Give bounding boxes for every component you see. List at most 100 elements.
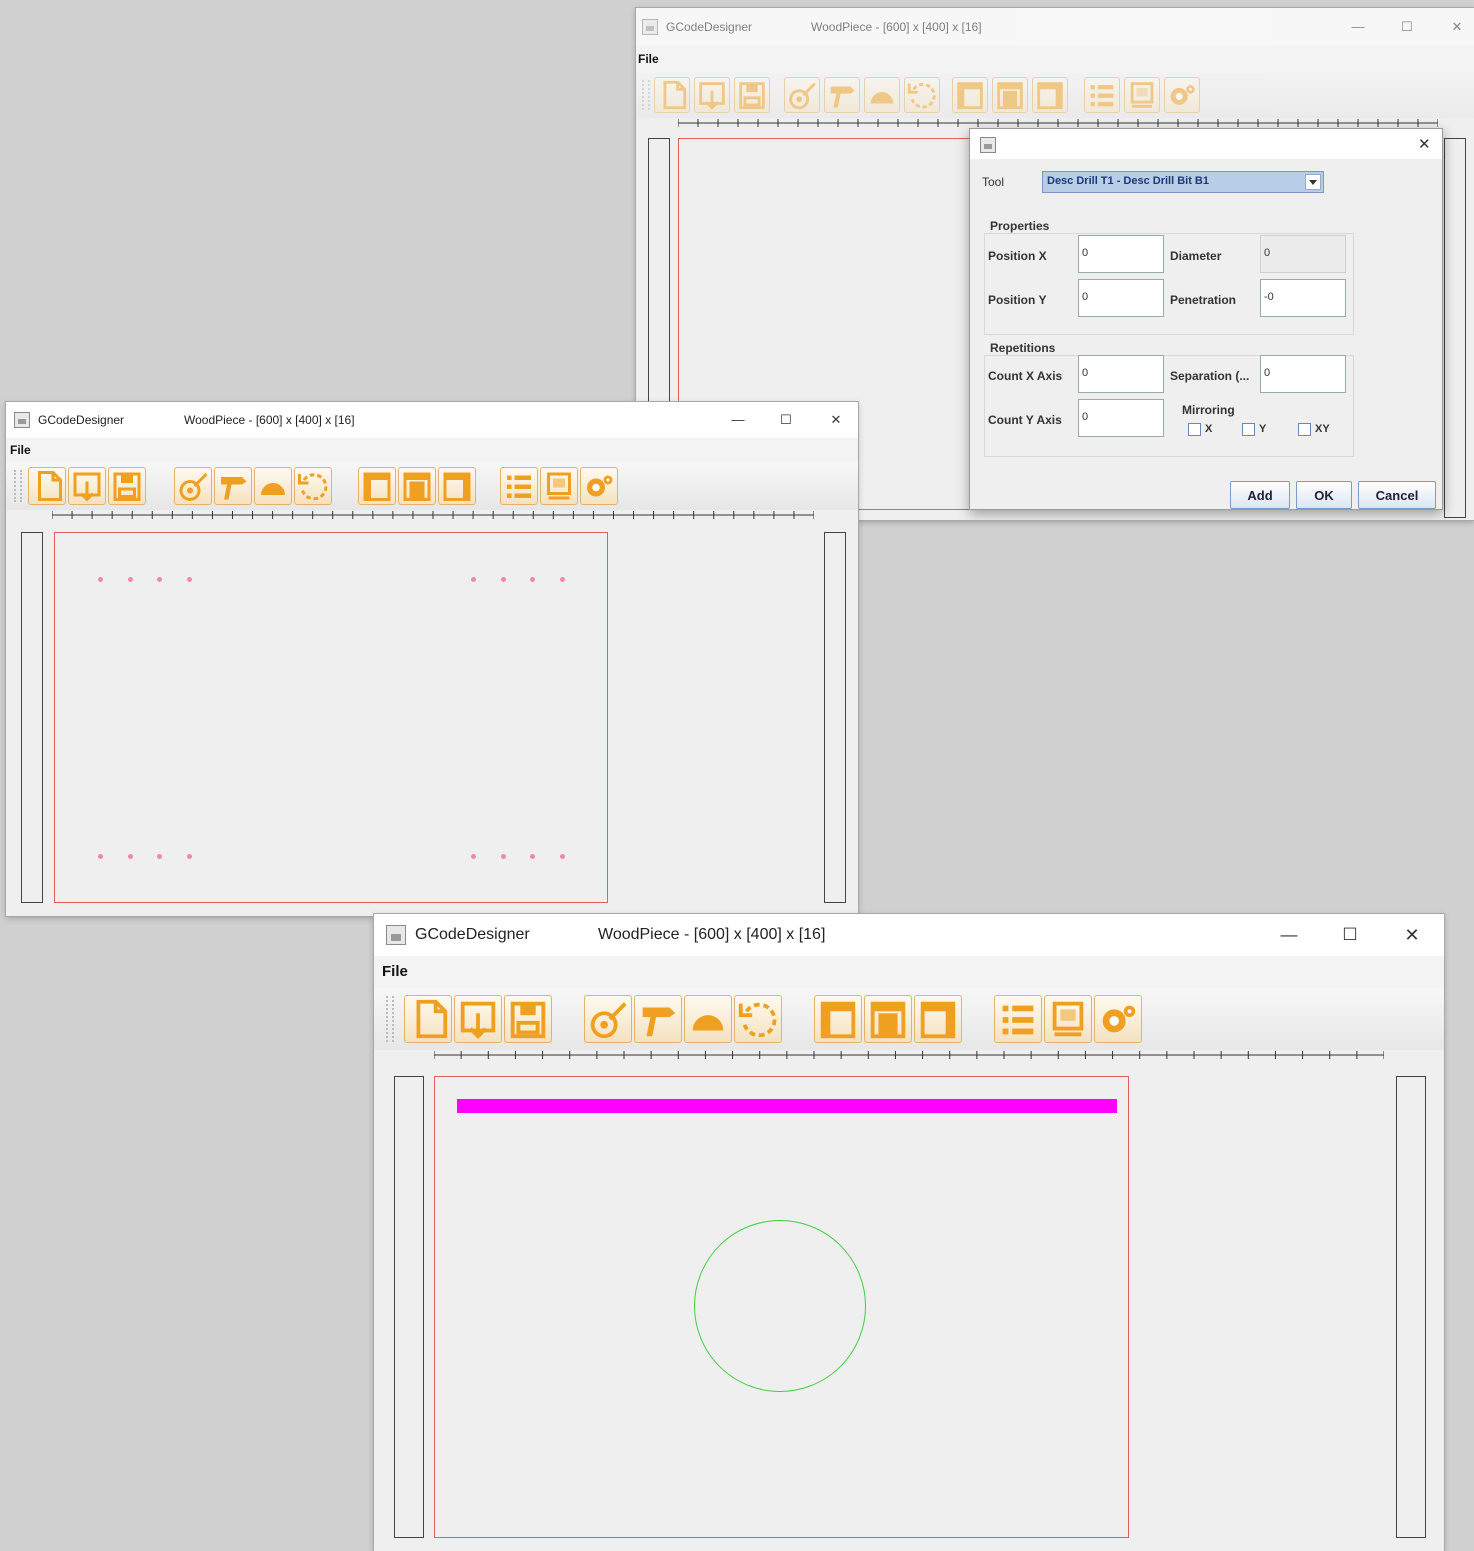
drill-icon[interactable] bbox=[174, 467, 212, 505]
close-icon[interactable]: ✕ bbox=[1447, 8, 1467, 46]
right-panel bbox=[1444, 138, 1466, 518]
toolbar-grip[interactable] bbox=[14, 470, 22, 502]
panel-back-icon[interactable] bbox=[914, 995, 962, 1043]
toolbar bbox=[636, 72, 1474, 118]
mirror-y-checkbox[interactable] bbox=[1242, 423, 1255, 436]
maximize-icon[interactable]: ☐ bbox=[1338, 914, 1362, 956]
window-groove: GCodeDesigner WoodPiece - [600] x [400] … bbox=[374, 914, 1444, 1551]
count-y-input[interactable]: 0 bbox=[1078, 399, 1164, 437]
drill-hole bbox=[128, 577, 133, 582]
drill-gun-icon[interactable] bbox=[634, 995, 682, 1043]
menu-file[interactable]: File bbox=[382, 963, 408, 980]
penetration-input[interactable]: -0 bbox=[1260, 279, 1346, 317]
position-x-input[interactable]: 0 bbox=[1078, 235, 1164, 273]
drill-hole bbox=[501, 577, 506, 582]
add-button[interactable]: Add bbox=[1230, 481, 1290, 509]
left-panel bbox=[394, 1076, 424, 1538]
panel-full-icon[interactable] bbox=[992, 77, 1028, 113]
settings-gear-icon[interactable] bbox=[580, 467, 618, 505]
dialog-close-icon[interactable]: ✕ bbox=[1418, 135, 1431, 153]
maximize-icon[interactable]: ☐ bbox=[776, 402, 796, 438]
drill-icon[interactable] bbox=[784, 77, 820, 113]
menu-bar: File bbox=[6, 438, 858, 462]
maximize-icon[interactable]: ☐ bbox=[1397, 8, 1417, 46]
chevron-down-icon[interactable] bbox=[1305, 174, 1321, 190]
panel-front-icon[interactable] bbox=[952, 77, 988, 113]
minimize-icon[interactable]: — bbox=[1277, 914, 1301, 956]
panel-front-icon[interactable] bbox=[358, 467, 396, 505]
settings-gear-icon[interactable] bbox=[1094, 995, 1142, 1043]
drill-icon[interactable] bbox=[584, 995, 632, 1043]
workpiece-board bbox=[54, 532, 608, 903]
workpiece-board bbox=[434, 1076, 1129, 1538]
panel-front-icon[interactable] bbox=[814, 995, 862, 1043]
open-file-icon[interactable] bbox=[694, 77, 730, 113]
list-icon[interactable] bbox=[500, 467, 538, 505]
repetitions-title: Repetitions bbox=[990, 341, 1056, 355]
panel-back-icon[interactable] bbox=[1032, 77, 1068, 113]
drill-gun-icon[interactable] bbox=[824, 77, 860, 113]
minimize-icon[interactable]: — bbox=[728, 402, 748, 438]
close-icon[interactable]: ✕ bbox=[826, 402, 846, 438]
tool-select-value: Desc Drill T1 - Desc Drill Bit B1 bbox=[1047, 175, 1209, 187]
mirror-xy-checkbox[interactable] bbox=[1298, 423, 1311, 436]
toolbar-grip[interactable] bbox=[386, 996, 394, 1042]
list-icon[interactable] bbox=[994, 995, 1042, 1043]
new-file-icon[interactable] bbox=[654, 77, 690, 113]
drill-dialog: ✕ Tool Desc Drill T1 - Desc Drill Bit B1… bbox=[969, 128, 1443, 510]
menu-file[interactable]: File bbox=[638, 52, 659, 66]
drill-gun-icon[interactable] bbox=[214, 467, 252, 505]
app-name: GCodeDesigner bbox=[415, 926, 530, 943]
menu-file[interactable]: File bbox=[10, 443, 31, 457]
new-file-icon[interactable] bbox=[404, 995, 452, 1043]
arc-icon[interactable] bbox=[684, 995, 732, 1043]
drill-hole bbox=[187, 854, 192, 859]
save-icon[interactable] bbox=[734, 77, 770, 113]
report-icon[interactable] bbox=[1044, 995, 1092, 1043]
open-file-icon[interactable] bbox=[454, 995, 502, 1043]
count-x-input[interactable]: 0 bbox=[1078, 355, 1164, 393]
ok-button[interactable]: OK bbox=[1296, 481, 1352, 509]
minimize-icon[interactable]: — bbox=[1348, 8, 1368, 46]
document-title: WoodPiece - [600] x [400] x [16] bbox=[598, 926, 826, 943]
drill-hole bbox=[560, 854, 565, 859]
dialog-java-icon bbox=[980, 137, 996, 153]
position-y-label: Position Y bbox=[988, 293, 1047, 307]
open-file-icon[interactable] bbox=[68, 467, 106, 505]
close-icon[interactable]: ✕ bbox=[1400, 914, 1424, 956]
panel-full-icon[interactable] bbox=[398, 467, 436, 505]
mirror-x-checkbox[interactable] bbox=[1188, 423, 1201, 436]
cancel-button[interactable]: Cancel bbox=[1358, 481, 1436, 509]
rotate-icon[interactable] bbox=[734, 995, 782, 1043]
circle-cut bbox=[694, 1220, 866, 1392]
position-y-input[interactable]: 0 bbox=[1078, 279, 1164, 317]
window-holes: GCodeDesigner WoodPiece - [600] x [400] … bbox=[6, 402, 858, 916]
rotate-icon[interactable] bbox=[904, 77, 940, 113]
save-icon[interactable] bbox=[504, 995, 552, 1043]
new-file-icon[interactable] bbox=[28, 467, 66, 505]
tool-select[interactable]: Desc Drill T1 - Desc Drill Bit B1 bbox=[1042, 171, 1324, 193]
settings-gear-icon[interactable] bbox=[1164, 77, 1200, 113]
report-icon[interactable] bbox=[540, 467, 578, 505]
save-icon[interactable] bbox=[108, 467, 146, 505]
drill-hole bbox=[98, 577, 103, 582]
right-panel bbox=[1396, 1076, 1426, 1538]
drill-hole bbox=[98, 854, 103, 859]
panel-back-icon[interactable] bbox=[438, 467, 476, 505]
penetration-label: Penetration bbox=[1170, 293, 1237, 307]
arc-icon[interactable] bbox=[254, 467, 292, 505]
rotate-icon[interactable] bbox=[294, 467, 332, 505]
report-icon[interactable] bbox=[1124, 77, 1160, 113]
drill-hole bbox=[501, 854, 506, 859]
toolbar-grip[interactable] bbox=[642, 80, 650, 110]
list-icon[interactable] bbox=[1084, 77, 1120, 113]
drill-hole bbox=[157, 577, 162, 582]
count-y-label: Count Y Axis bbox=[988, 413, 1062, 427]
drill-hole bbox=[471, 854, 476, 859]
separation-input[interactable]: 0 bbox=[1260, 355, 1346, 393]
panel-full-icon[interactable] bbox=[864, 995, 912, 1043]
app-java-icon bbox=[642, 19, 658, 35]
arc-icon[interactable] bbox=[864, 77, 900, 113]
document-title: WoodPiece - [600] x [400] x [16] bbox=[811, 20, 982, 34]
properties-title: Properties bbox=[990, 219, 1050, 233]
